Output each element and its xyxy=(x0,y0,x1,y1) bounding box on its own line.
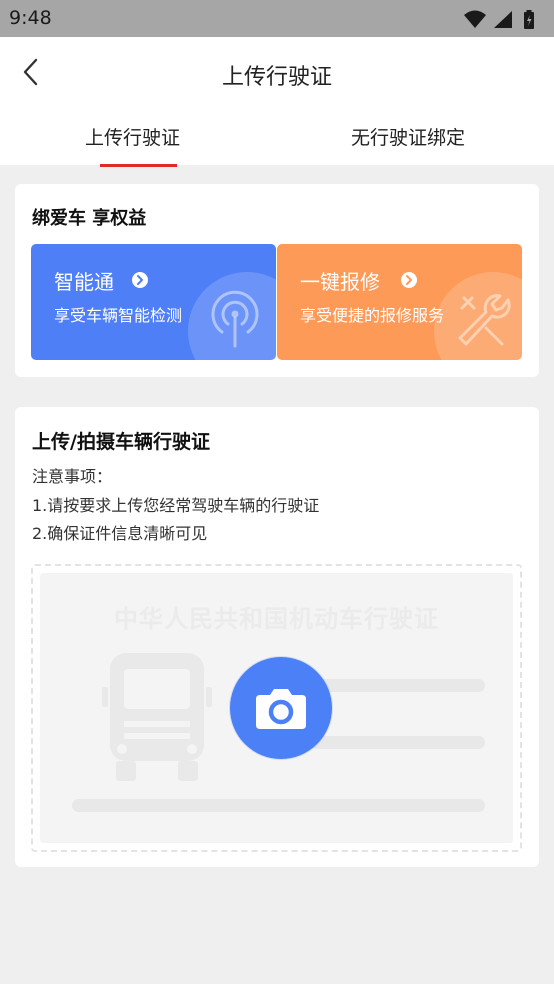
upload-license-card: 上传/拍摄车辆行驶证 注意事项： 1.请按要求上传您经常驾驶车辆的行驶证 2.确… xyxy=(15,407,539,867)
active-tab-indicator xyxy=(100,164,177,167)
quick-repair-name: 一键报修 xyxy=(300,270,380,294)
smart-service-name: 智能通 xyxy=(54,270,114,294)
status-bar: 9:48 xyxy=(0,0,554,37)
tab-upload-license[interactable]: 上传行驶证 xyxy=(85,123,180,150)
bind-card-title: 绑爱车 享权益 xyxy=(32,208,147,229)
signal-icon xyxy=(494,11,512,28)
license-upload-area[interactable]: 中华人民共和国机动车行驶证 xyxy=(31,564,522,852)
upload-card-title: 上传/拍摄车辆行驶证 xyxy=(32,431,210,453)
placeholder-line xyxy=(310,736,485,749)
page-title: 上传行驶证 xyxy=(221,65,332,90)
camera-button[interactable] xyxy=(230,657,332,759)
smart-service-button[interactable]: 智能通 享受车辆智能检测 xyxy=(31,244,276,360)
notes-heading: 注意事项： xyxy=(32,467,113,486)
quick-repair-button[interactable]: 一键报修 享受便捷的报修服务 xyxy=(277,244,522,360)
note-item: 2.确保证件信息清晰可见 xyxy=(32,524,208,543)
placeholder-line xyxy=(310,679,485,692)
bind-benefits-card: 绑爱车 享权益 智能通 享受车辆智能检测 一键报修 享受便捷的报修服务 xyxy=(15,184,539,377)
camera-icon xyxy=(256,689,306,729)
header: 上传行驶证 上传行驶证 无行驶证绑定 xyxy=(0,37,554,167)
signal-tower-icon xyxy=(211,290,259,348)
tab-bind-without-license[interactable]: 无行驶证绑定 xyxy=(351,123,465,150)
truck-icon xyxy=(102,653,212,781)
quick-repair-subtitle: 享受便捷的报修服务 xyxy=(300,306,445,325)
smart-service-subtitle: 享受车辆智能检测 xyxy=(54,306,183,325)
license-placeholder: 中华人民共和国机动车行驶证 xyxy=(40,573,513,843)
placeholder-line xyxy=(72,799,485,812)
note-item: 1.请按要求上传您经常驾驶车辆的行驶证 xyxy=(32,496,320,515)
license-placeholder-title: 中华人民共和国机动车行驶证 xyxy=(114,605,439,633)
status-time: 9:48 xyxy=(9,7,52,29)
arrow-right-icon xyxy=(132,272,148,288)
arrow-right-icon xyxy=(401,272,417,288)
status-icons xyxy=(464,10,534,29)
wrench-icon xyxy=(458,294,511,346)
battery-icon xyxy=(524,10,534,29)
wifi-icon xyxy=(464,10,486,28)
